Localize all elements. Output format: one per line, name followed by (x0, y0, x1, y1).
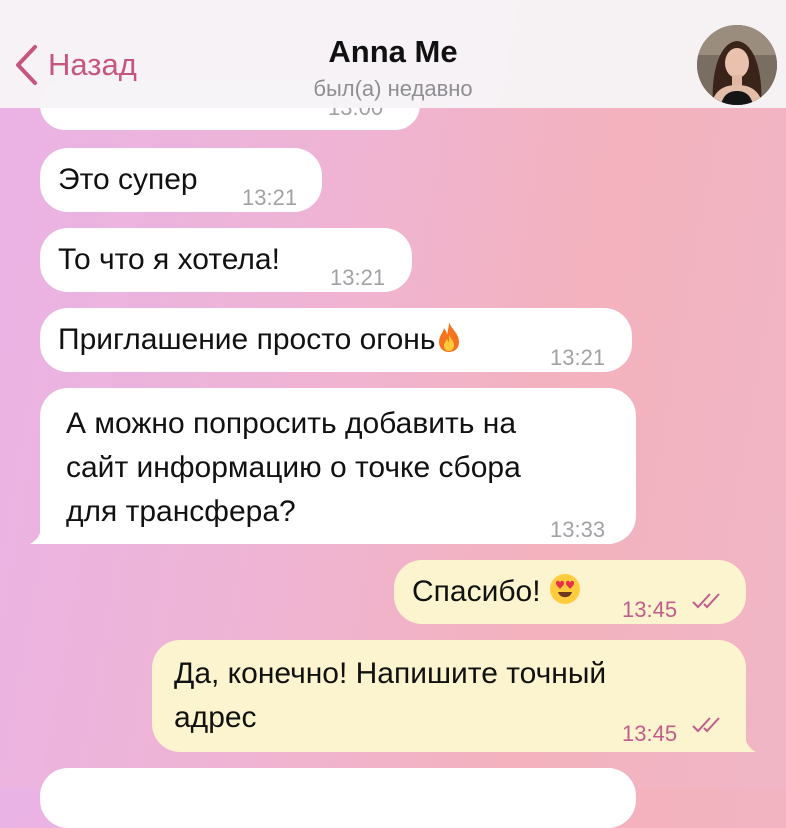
message-bubble[interactable] (40, 768, 636, 828)
message-time: 13:45 (622, 597, 678, 622)
message-text-line: А можно попросить добавить на (66, 407, 516, 440)
message-text-content: Приглашение просто огонь (58, 323, 436, 356)
message-time: 13:21 (242, 185, 298, 210)
contact-name[interactable]: Anna Me (0, 34, 786, 70)
message-time: 13:21 (550, 345, 606, 370)
message-text-line: сайт информацию о точке сбора (66, 451, 521, 484)
fire-emoji-icon (435, 321, 463, 364)
message-list[interactable]: 13:00 Это супер 13:21 То что я хотела! 1… (0, 0, 786, 828)
avatar[interactable] (697, 25, 777, 105)
message-text: Это супер (58, 163, 198, 196)
read-receipt-icon (692, 593, 720, 609)
message-time: 13:33 (550, 517, 606, 542)
read-receipt-icon (692, 717, 720, 733)
heart-eyes-emoji-icon (549, 574, 580, 604)
bubble-tail (730, 730, 756, 752)
message-text: Спасибо! (412, 572, 581, 612)
message-text: Приглашение просто огонь (58, 320, 463, 364)
message-time: 13:45 (622, 721, 678, 746)
message-time: 13:21 (330, 265, 386, 290)
message-bubble[interactable]: То что я хотела! 13:21 (40, 228, 412, 292)
message-bubble[interactable]: Спасибо! 13:45 (394, 560, 746, 624)
message-text-line: адрес (174, 701, 257, 734)
message-text-line: для трансфера? (66, 495, 296, 528)
contact-status: был(а) недавно (313, 76, 473, 101)
message-bubble[interactable]: Приглашение просто огонь 13:21 (40, 308, 632, 372)
message-bubble[interactable]: Это супер 13:21 (40, 148, 322, 212)
bubble-tail (30, 522, 56, 544)
message-text-content: Спасибо! (412, 575, 541, 608)
message-text-line: Да, конечно! Напишите точный (174, 657, 607, 690)
message-bubble[interactable]: А можно попросить добавить на сайт инфор… (40, 388, 636, 544)
message-text: То что я хотела! (58, 243, 280, 276)
message-bubble[interactable]: Да, конечно! Напишите точный адрес 13:45 (152, 640, 746, 752)
chat-header: Назад Anna Me был(а) недавно (0, 0, 786, 108)
